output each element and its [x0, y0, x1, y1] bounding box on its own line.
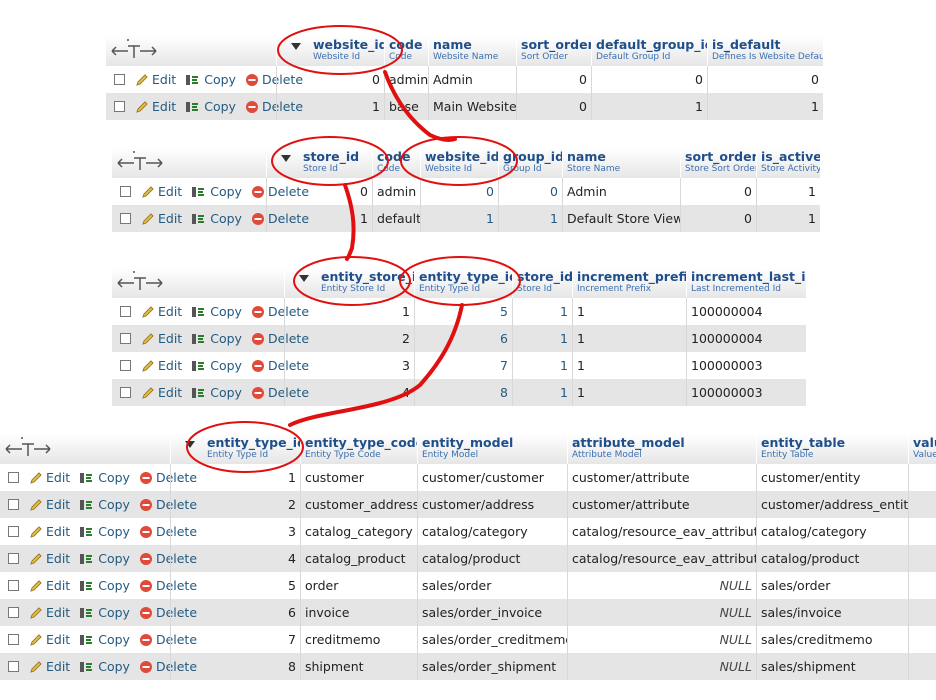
highlight-website-id-1	[277, 25, 403, 75]
link-website-store	[383, 70, 457, 143]
link-entitystore-entitytype	[288, 303, 464, 427]
link-store-entitystore	[343, 183, 356, 261]
annotation-overlay	[186, 25, 521, 473]
highlight-website-id-2	[400, 136, 518, 186]
highlight-entity-type-id-2	[186, 421, 304, 473]
highlight-entity-type-id-1	[399, 256, 521, 306]
highlight-store-id	[271, 136, 389, 186]
highlight-entity-store-id	[293, 256, 411, 306]
